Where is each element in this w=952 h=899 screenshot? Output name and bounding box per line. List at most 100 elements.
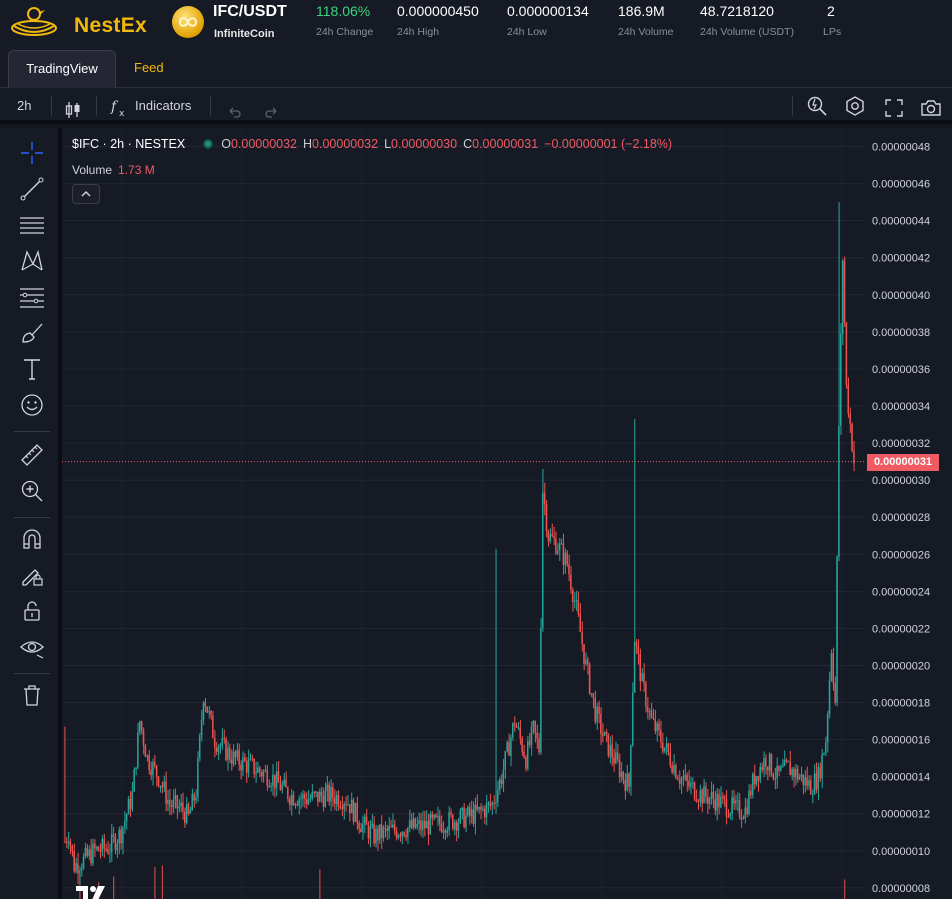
- candle-body: [489, 802, 491, 806]
- candle-body: [838, 425, 840, 557]
- price-chart[interactable]: 0.00000048 0.00000046 0.00000044 0.00000042…: [62, 128, 952, 899]
- screenshot-icon[interactable]: [920, 96, 942, 116]
- candle-body: [412, 818, 415, 828]
- indicators-button[interactable]: Indicators: [135, 88, 191, 124]
- candle-body: [523, 751, 525, 758]
- collapse-legend-button[interactable]: [72, 184, 100, 204]
- candle-body: [343, 804, 345, 810]
- candle-body: [185, 804, 188, 823]
- candle-body: [793, 768, 795, 778]
- candle-body: [371, 823, 373, 827]
- candle-body: [508, 742, 510, 756]
- candle-body: [538, 738, 540, 753]
- candle-body: [375, 828, 377, 844]
- candle-body: [624, 779, 626, 791]
- candle-body: [150, 769, 152, 776]
- candle-body: [322, 796, 325, 807]
- candle-body: [122, 827, 124, 844]
- candle-body: [568, 564, 570, 575]
- price-tick-label: 0.00000030: [872, 475, 930, 487]
- unlock-icon[interactable]: [18, 597, 46, 625]
- candle-body: [601, 733, 604, 736]
- candle-body: [543, 492, 546, 505]
- fullscreen-icon[interactable]: [884, 96, 904, 117]
- settings-icon[interactable]: [844, 95, 866, 117]
- candle-body: [116, 843, 118, 851]
- eye-icon[interactable]: [18, 633, 46, 661]
- trend-line-icon[interactable]: [18, 175, 46, 203]
- lock-drawing-icon[interactable]: [18, 561, 46, 589]
- candle-body: [615, 752, 617, 764]
- candle-body: [742, 818, 745, 820]
- candle-body: [712, 792, 715, 800]
- candle-body: [384, 827, 387, 829]
- crosshair-icon[interactable]: [18, 139, 46, 167]
- candle-body: [470, 809, 473, 816]
- trash-icon[interactable]: [18, 681, 46, 709]
- candle-body: [303, 793, 306, 799]
- pair-name[interactable]: IFC/USDT: [213, 3, 287, 21]
- price-tick-label: 0.00000008: [872, 883, 930, 895]
- candle-body: [652, 717, 655, 719]
- candle-body: [703, 786, 705, 804]
- candle-body: [491, 802, 493, 806]
- candle-body: [626, 773, 628, 791]
- candle-body: [761, 767, 763, 770]
- horizontal-lines-icon[interactable]: [18, 211, 46, 239]
- zoom-in-icon[interactable]: [18, 477, 46, 505]
- emoji-icon[interactable]: [18, 391, 46, 419]
- interval-button[interactable]: 2h: [17, 88, 31, 124]
- ruler-icon[interactable]: [18, 441, 46, 469]
- pattern-icon[interactable]: [18, 247, 46, 275]
- candle-body: [472, 809, 475, 824]
- redo-icon[interactable]: [264, 98, 280, 118]
- price-tick-label: 0.00000018: [872, 698, 930, 710]
- candle-body: [631, 692, 634, 746]
- candle-body: [633, 642, 636, 693]
- candle-body: [440, 823, 443, 832]
- indicators-fx-icon[interactable]: f x: [110, 96, 130, 119]
- candle-body: [579, 614, 581, 632]
- candle-body: [800, 774, 803, 777]
- candle-body: [127, 798, 130, 815]
- svg-text:f: f: [110, 99, 119, 115]
- candles-icon[interactable]: [64, 97, 82, 118]
- quick-search-icon[interactable]: [806, 95, 828, 117]
- candle-body: [826, 713, 829, 743]
- fib-retracement-icon[interactable]: [18, 283, 46, 311]
- legend-symbol[interactable]: $IFC · 2h · NESTEX: [72, 137, 185, 151]
- nestex-logo[interactable]: NestEx: [10, 4, 147, 38]
- candle-body: [691, 782, 694, 784]
- magnet-icon[interactable]: [18, 525, 46, 553]
- candle-body: [560, 543, 563, 545]
- brush-icon[interactable]: [18, 319, 46, 347]
- candle-body: [637, 645, 640, 654]
- tab-tradingview[interactable]: TradingView: [8, 50, 116, 88]
- candle-body: [721, 796, 724, 798]
- text-icon[interactable]: [18, 355, 46, 383]
- candle-body: [778, 765, 780, 771]
- price-tick-label: 0.00000046: [872, 179, 930, 191]
- last-price-tag: 0.00000031: [867, 453, 939, 471]
- candle-body: [373, 823, 375, 844]
- candle-body: [493, 802, 495, 804]
- candle-body: [500, 779, 503, 784]
- candle-body: [791, 768, 793, 776]
- tab-feed[interactable]: Feed: [118, 50, 180, 88]
- candle-body: [457, 822, 460, 831]
- tradingview-logo[interactable]: [74, 882, 110, 899]
- candlestick-chart[interactable]: 0.00000048 0.00000046 0.00000044 0.00000042…: [62, 128, 952, 899]
- candle-body: [328, 784, 330, 802]
- candle-body: [247, 759, 250, 773]
- candle-body: [118, 829, 120, 844]
- candle-body: [170, 805, 173, 807]
- chart-toolbar: 2h f x Indicators: [0, 88, 952, 124]
- candle-body: [466, 807, 469, 816]
- candle-body: [64, 841, 66, 843]
- svg-text:x: x: [119, 109, 125, 118]
- candle-body: [551, 534, 553, 537]
- undo-icon[interactable]: [226, 98, 242, 118]
- candle-body: [223, 738, 225, 740]
- candle-body: [352, 799, 355, 822]
- candle-body: [834, 683, 836, 703]
